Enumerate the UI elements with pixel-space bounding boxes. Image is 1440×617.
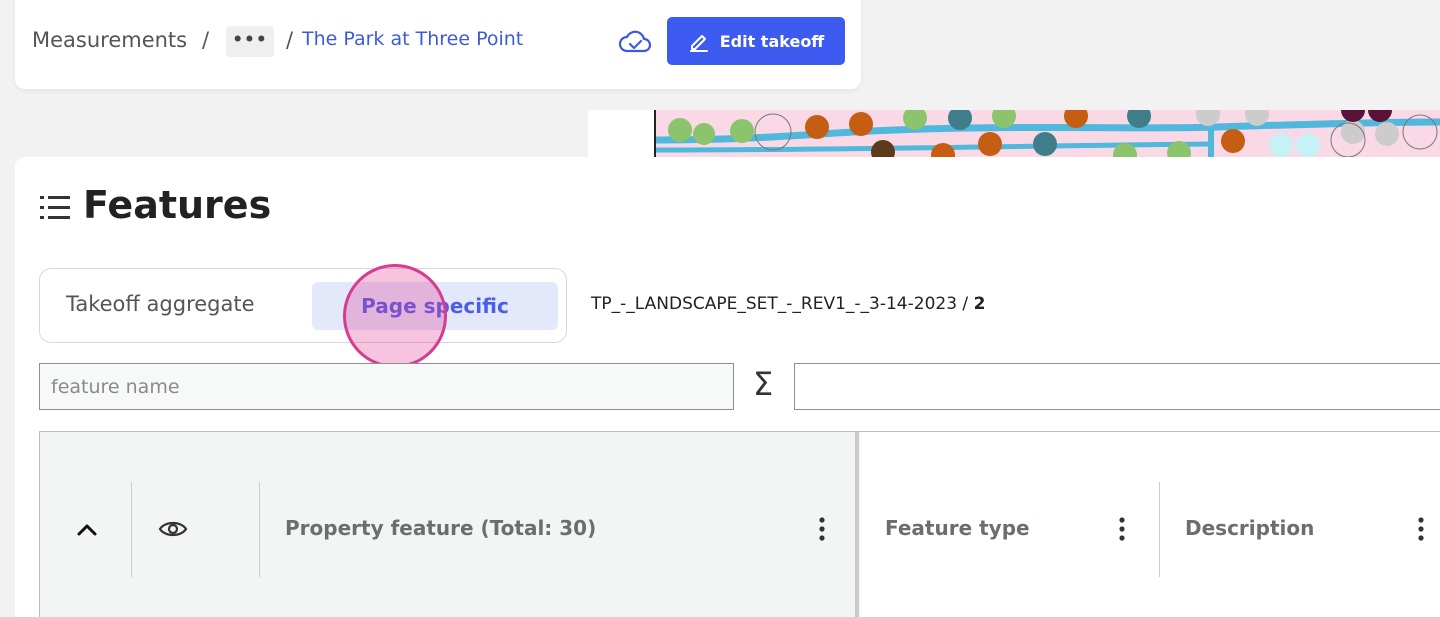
kebab-menu-icon[interactable] <box>818 515 826 543</box>
panel-title: Features <box>83 183 272 227</box>
list-icon <box>40 196 70 219</box>
feature-name-filter-input[interactable] <box>39 363 734 410</box>
breadcrumb-more-button[interactable]: ••• <box>226 26 274 57</box>
column-divider <box>1159 482 1160 577</box>
segment-takeoff-aggregate[interactable]: Takeoff aggregate <box>66 292 255 316</box>
breadcrumb-separator: / <box>286 28 294 52</box>
breadcrumb-bar: Measurements / ••• / The Park at Three P… <box>15 0 861 89</box>
column-header-property-feature[interactable]: Property feature (Total: 30) <box>285 516 596 540</box>
edit-takeoff-button[interactable]: Edit takeoff <box>667 17 845 65</box>
column-header-feature-type[interactable]: Feature type <box>885 516 1030 540</box>
breadcrumb-current-project[interactable]: The Park at Three Point <box>302 28 523 50</box>
breadcrumb-measurements[interactable]: Measurements <box>32 28 187 52</box>
column-header-description[interactable]: Description <box>1185 516 1314 540</box>
edit-takeoff-label: Edit takeoff <box>719 31 825 51</box>
kebab-menu-icon[interactable] <box>1118 515 1126 543</box>
drawing-preview[interactable] <box>588 110 1440 157</box>
document-path: TP_-_LANDSCAPE_SET_-_REV1_-_3-14-2023 / … <box>591 294 985 314</box>
column-divider <box>131 482 132 577</box>
chevron-up-icon[interactable] <box>74 518 100 540</box>
document-name: TP_-_LANDSCAPE_SET_-_REV1_-_3-14-2023 / <box>591 294 969 314</box>
eye-icon[interactable] <box>158 516 188 542</box>
cloud-check-icon[interactable] <box>618 27 652 57</box>
click-indicator <box>343 264 447 368</box>
kebab-menu-icon[interactable] <box>1417 515 1425 543</box>
sum-filter-input[interactable] <box>794 363 1440 410</box>
breadcrumb-separator: / <box>202 28 210 52</box>
landscape-plan-image <box>654 110 1440 157</box>
view-mode-toggle: Takeoff aggregate Page specific <box>39 268 567 343</box>
features-table: Property feature (Total: 30) Feature typ… <box>39 431 1440 617</box>
sigma-icon[interactable]: Σ <box>753 365 773 403</box>
pencil-icon <box>689 35 708 52</box>
frozen-column-divider[interactable] <box>855 432 859 617</box>
column-divider <box>259 482 260 577</box>
page-number: 2 <box>973 294 986 314</box>
features-panel: Features Takeoff aggregate Page specific… <box>15 157 1440 617</box>
